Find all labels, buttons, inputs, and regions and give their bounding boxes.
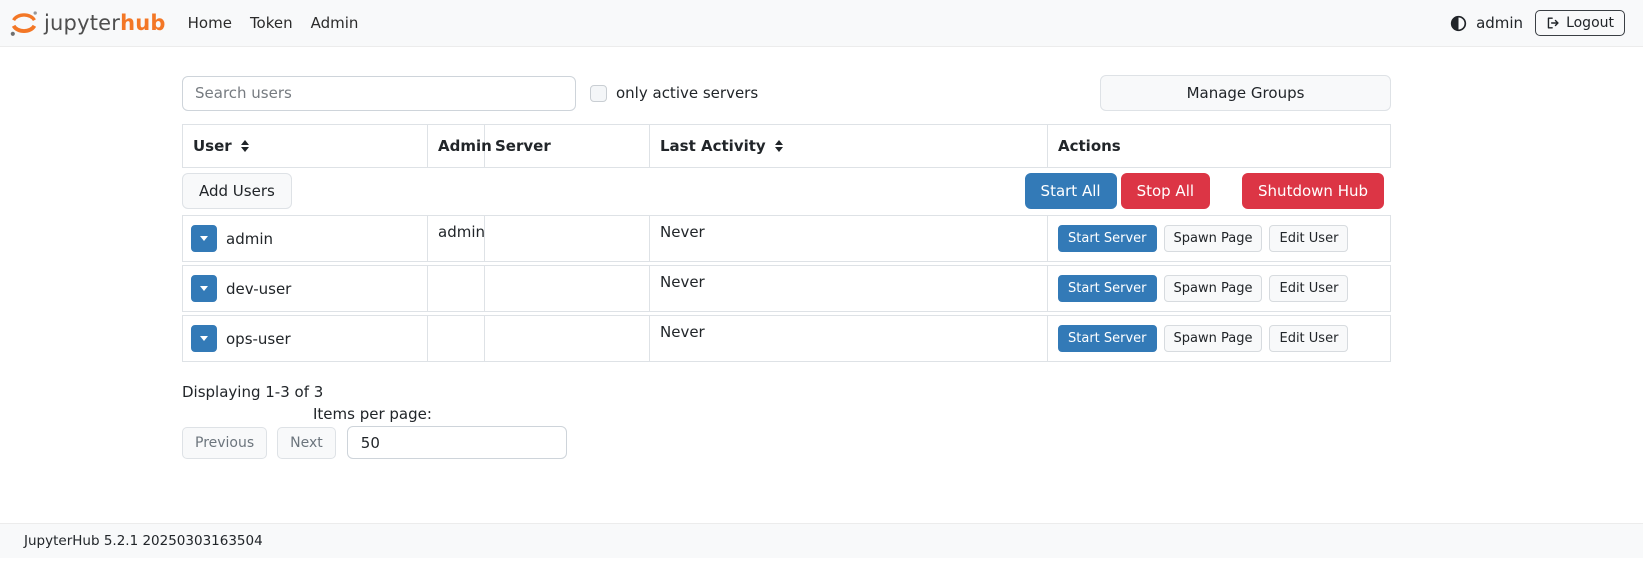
current-user-label: admin [1476, 14, 1523, 32]
shutdown-hub-button[interactable]: Shutdown Hub [1242, 173, 1384, 209]
header-last-activity-label: Last Activity [660, 137, 766, 155]
admin-page-main: only active servers Manage Groups User A… [182, 75, 1391, 459]
stop-all-button[interactable]: Stop All [1121, 173, 1210, 209]
active-servers-filter: only active servers [590, 84, 758, 102]
users-table: User Admin Server Last Activity Actions … [182, 124, 1391, 362]
items-per-page-input[interactable] [347, 426, 567, 459]
user-cell: admin [183, 216, 428, 261]
navbar-right: admin Logout [1450, 10, 1625, 36]
admin-cell: admin [428, 216, 485, 261]
search-input[interactable] [182, 76, 576, 111]
sort-last-activity-icon[interactable] [775, 140, 783, 152]
username-label: ops-user [226, 330, 291, 348]
jupyterhub-logo[interactable]: jupyterhub [8, 7, 166, 39]
logout-icon [1546, 16, 1560, 30]
server-cell [485, 266, 650, 311]
last-activity-cell: Never [650, 316, 1048, 361]
username-label: dev-user [226, 280, 291, 298]
display-summary: Displaying 1-3 of 3 [182, 383, 1391, 401]
server-cell [485, 216, 650, 261]
caret-down-icon [200, 336, 208, 341]
edit-user-button[interactable]: Edit User [1269, 275, 1348, 302]
only-active-checkbox[interactable] [590, 85, 607, 102]
nav-link-token[interactable]: Token [250, 14, 293, 32]
caret-down-icon [200, 286, 208, 291]
table-row: dev-user Never Start Server Spawn Page E… [182, 265, 1391, 312]
header-user[interactable]: User [183, 125, 428, 167]
version-label: JupyterHub 5.2.1 20250303163504 [24, 533, 263, 549]
admin-cell [428, 316, 485, 361]
username-label: admin [226, 230, 273, 248]
page-footer: JupyterHub 5.2.1 20250303163504 [0, 523, 1643, 558]
table-header-row: User Admin Server Last Activity Actions [182, 124, 1391, 168]
start-server-button[interactable]: Start Server [1058, 275, 1157, 302]
start-server-button[interactable]: Start Server [1058, 325, 1157, 352]
next-page-button[interactable]: Next [277, 427, 336, 459]
start-all-button[interactable]: Start All [1025, 173, 1117, 209]
actions-cell: Start Server Spawn Page Edit User [1048, 216, 1390, 261]
actions-cell: Start Server Spawn Page Edit User [1048, 316, 1390, 361]
user-cell: dev-user [183, 266, 428, 311]
header-server-label: Server [495, 137, 551, 155]
actions-cell: Start Server Spawn Page Edit User [1048, 266, 1390, 311]
table-controls-row: Add Users Start All Stop All Shutdown Hu… [182, 168, 1391, 215]
header-admin: Admin [428, 125, 485, 167]
top-navbar: jupyterhub Home Token Admin admin Logout [0, 0, 1643, 47]
header-server: Server [485, 125, 650, 167]
last-activity-cell: Never [650, 266, 1048, 311]
header-user-label: User [193, 137, 232, 155]
header-actions: Actions [1048, 125, 1390, 167]
user-toolbar: only active servers Manage Groups [182, 75, 1391, 111]
jupyter-logo-icon [8, 7, 40, 39]
theme-toggle-icon[interactable] [1450, 15, 1467, 32]
caret-down-icon [200, 236, 208, 241]
logout-label: Logout [1566, 15, 1614, 31]
add-users-button[interactable]: Add Users [182, 173, 292, 209]
only-active-label[interactable]: only active servers [616, 84, 758, 102]
edit-user-button[interactable]: Edit User [1269, 225, 1348, 252]
header-last-activity[interactable]: Last Activity [650, 125, 1048, 167]
nav-links: Home Token Admin [188, 14, 377, 32]
server-cell [485, 316, 650, 361]
header-actions-label: Actions [1058, 137, 1121, 155]
brand-text: jupyterhub [44, 11, 166, 35]
edit-user-button[interactable]: Edit User [1269, 325, 1348, 352]
previous-page-button[interactable]: Previous [182, 427, 267, 459]
spawn-page-button[interactable]: Spawn Page [1164, 275, 1263, 302]
user-cell: ops-user [183, 316, 428, 361]
pagination-controls: Previous Next [182, 426, 1391, 459]
nav-link-home[interactable]: Home [188, 14, 232, 32]
expand-user-dropdown-button[interactable] [191, 225, 217, 252]
start-server-button[interactable]: Start Server [1058, 225, 1157, 252]
spawn-page-button[interactable]: Spawn Page [1164, 225, 1263, 252]
nav-link-admin[interactable]: Admin [311, 14, 359, 32]
spawn-page-button[interactable]: Spawn Page [1164, 325, 1263, 352]
table-row: admin admin Never Start Server Spawn Pag… [182, 215, 1391, 262]
logout-button[interactable]: Logout [1535, 10, 1625, 36]
sort-user-icon[interactable] [241, 140, 249, 152]
header-admin-label: Admin [438, 137, 492, 155]
admin-cell [428, 266, 485, 311]
table-row: ops-user Never Start Server Spawn Page E… [182, 315, 1391, 362]
last-activity-cell: Never [650, 216, 1048, 261]
expand-user-dropdown-button[interactable] [191, 325, 217, 352]
expand-user-dropdown-button[interactable] [191, 275, 217, 302]
manage-groups-button[interactable]: Manage Groups [1100, 75, 1391, 111]
items-per-page-label: Items per page: [313, 405, 1391, 423]
